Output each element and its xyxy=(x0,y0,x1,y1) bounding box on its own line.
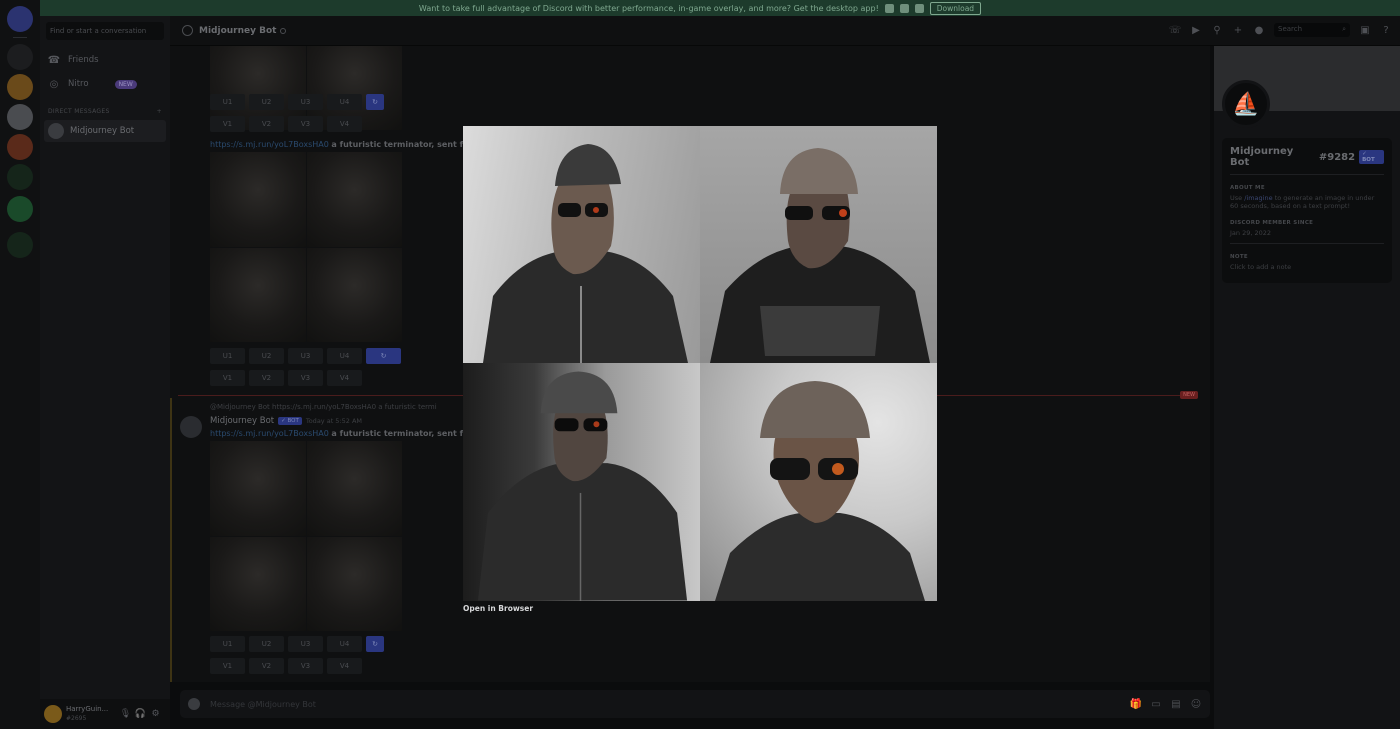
lightbox-image-2 xyxy=(700,126,937,363)
image-lightbox xyxy=(463,126,937,601)
open-in-browser-link[interactable]: Open in Browser xyxy=(463,604,533,613)
person-figure xyxy=(477,371,688,601)
discord-app: Want to take full advantage of Discord w… xyxy=(0,0,1400,729)
lightbox-image-4 xyxy=(700,363,937,601)
lightbox-image-1 xyxy=(463,126,700,363)
person-figure xyxy=(710,148,930,363)
person-figure xyxy=(715,381,925,601)
lightbox-image-3 xyxy=(463,363,700,601)
person-figure xyxy=(483,144,688,363)
